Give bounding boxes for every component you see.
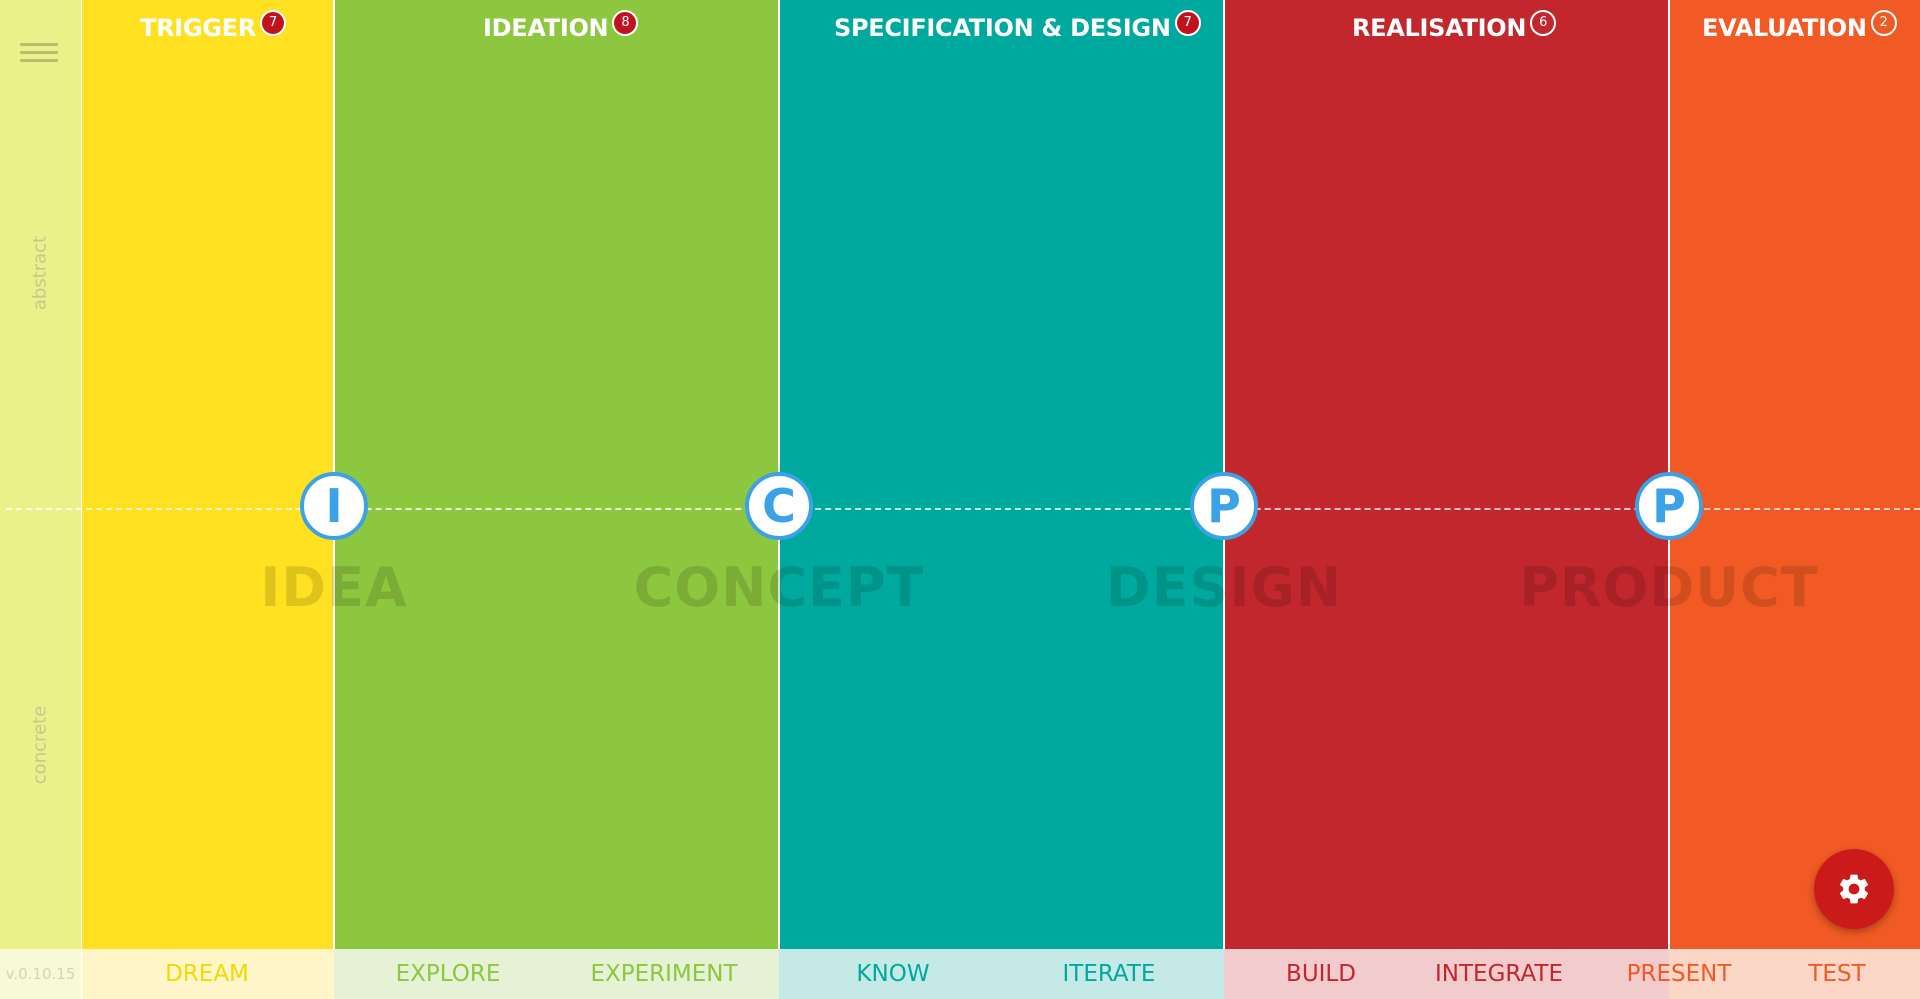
milestone-concept-button[interactable]: C: [745, 472, 813, 540]
phase-experiment[interactable]: EXPERIMENT: [590, 949, 737, 999]
milestone-product-button[interactable]: P: [1635, 472, 1703, 540]
axis-label-concrete: concrete: [29, 705, 51, 785]
column-title-ideation: IDEATION 8: [483, 10, 639, 42]
milestone-design-button[interactable]: P: [1190, 472, 1258, 540]
phase-iterate[interactable]: ITERATE: [1063, 949, 1156, 999]
column-ideation[interactable]: IDEATION 8: [334, 0, 779, 949]
phase-explore[interactable]: EXPLORE: [396, 949, 501, 999]
hamburger-menu-icon[interactable]: [20, 38, 58, 68]
phase-strip-specification: [779, 949, 1224, 999]
phase-build[interactable]: BUILD: [1286, 949, 1356, 999]
column-title-trigger: TRIGGER 7: [140, 10, 286, 42]
stage-label-concept: CONCEPT: [633, 556, 925, 619]
stage-label-product: PRODUCT: [1519, 556, 1819, 619]
settings-button[interactable]: [1814, 849, 1894, 929]
column-trigger[interactable]: TRIGGER 7: [82, 0, 334, 949]
phase-know[interactable]: KNOW: [856, 949, 929, 999]
timeline-dashed-line: [6, 508, 1920, 510]
count-badge-evaluation: 2: [1870, 10, 1897, 36]
sidebar: abstract concrete v.0.10.15: [0, 0, 82, 999]
stage-label-design: DESIGN: [1105, 556, 1343, 619]
column-realisation[interactable]: REALISATION 6: [1224, 0, 1669, 949]
column-title-evaluation: EVALUATION 2: [1702, 10, 1897, 42]
column-title-realisation: REALISATION 6: [1352, 10, 1557, 42]
phase-test[interactable]: TEST: [1808, 949, 1865, 999]
column-evaluation[interactable]: EVALUATION 2: [1669, 0, 1920, 949]
column-title-specification-design: SPECIFICATION & DESIGN 7: [834, 10, 1201, 42]
phase-present[interactable]: PRESENT: [1627, 949, 1732, 999]
stage-label-idea: IDEA: [260, 556, 408, 619]
column-specification-design[interactable]: SPECIFICATION & DESIGN 7: [779, 0, 1224, 949]
version-label: v.0.10.15: [0, 949, 81, 999]
phase-dream[interactable]: DREAM: [165, 949, 249, 999]
phase-integrate[interactable]: INTEGRATE: [1435, 949, 1563, 999]
gear-icon: [1839, 874, 1869, 904]
count-badge-specification-design: 7: [1174, 10, 1201, 36]
count-badge-ideation: 8: [612, 10, 639, 36]
milestone-idea-button[interactable]: I: [300, 472, 368, 540]
count-badge-realisation: 6: [1530, 10, 1557, 36]
count-badge-trigger: 7: [259, 10, 286, 36]
axis-label-abstract: abstract: [29, 235, 51, 311]
